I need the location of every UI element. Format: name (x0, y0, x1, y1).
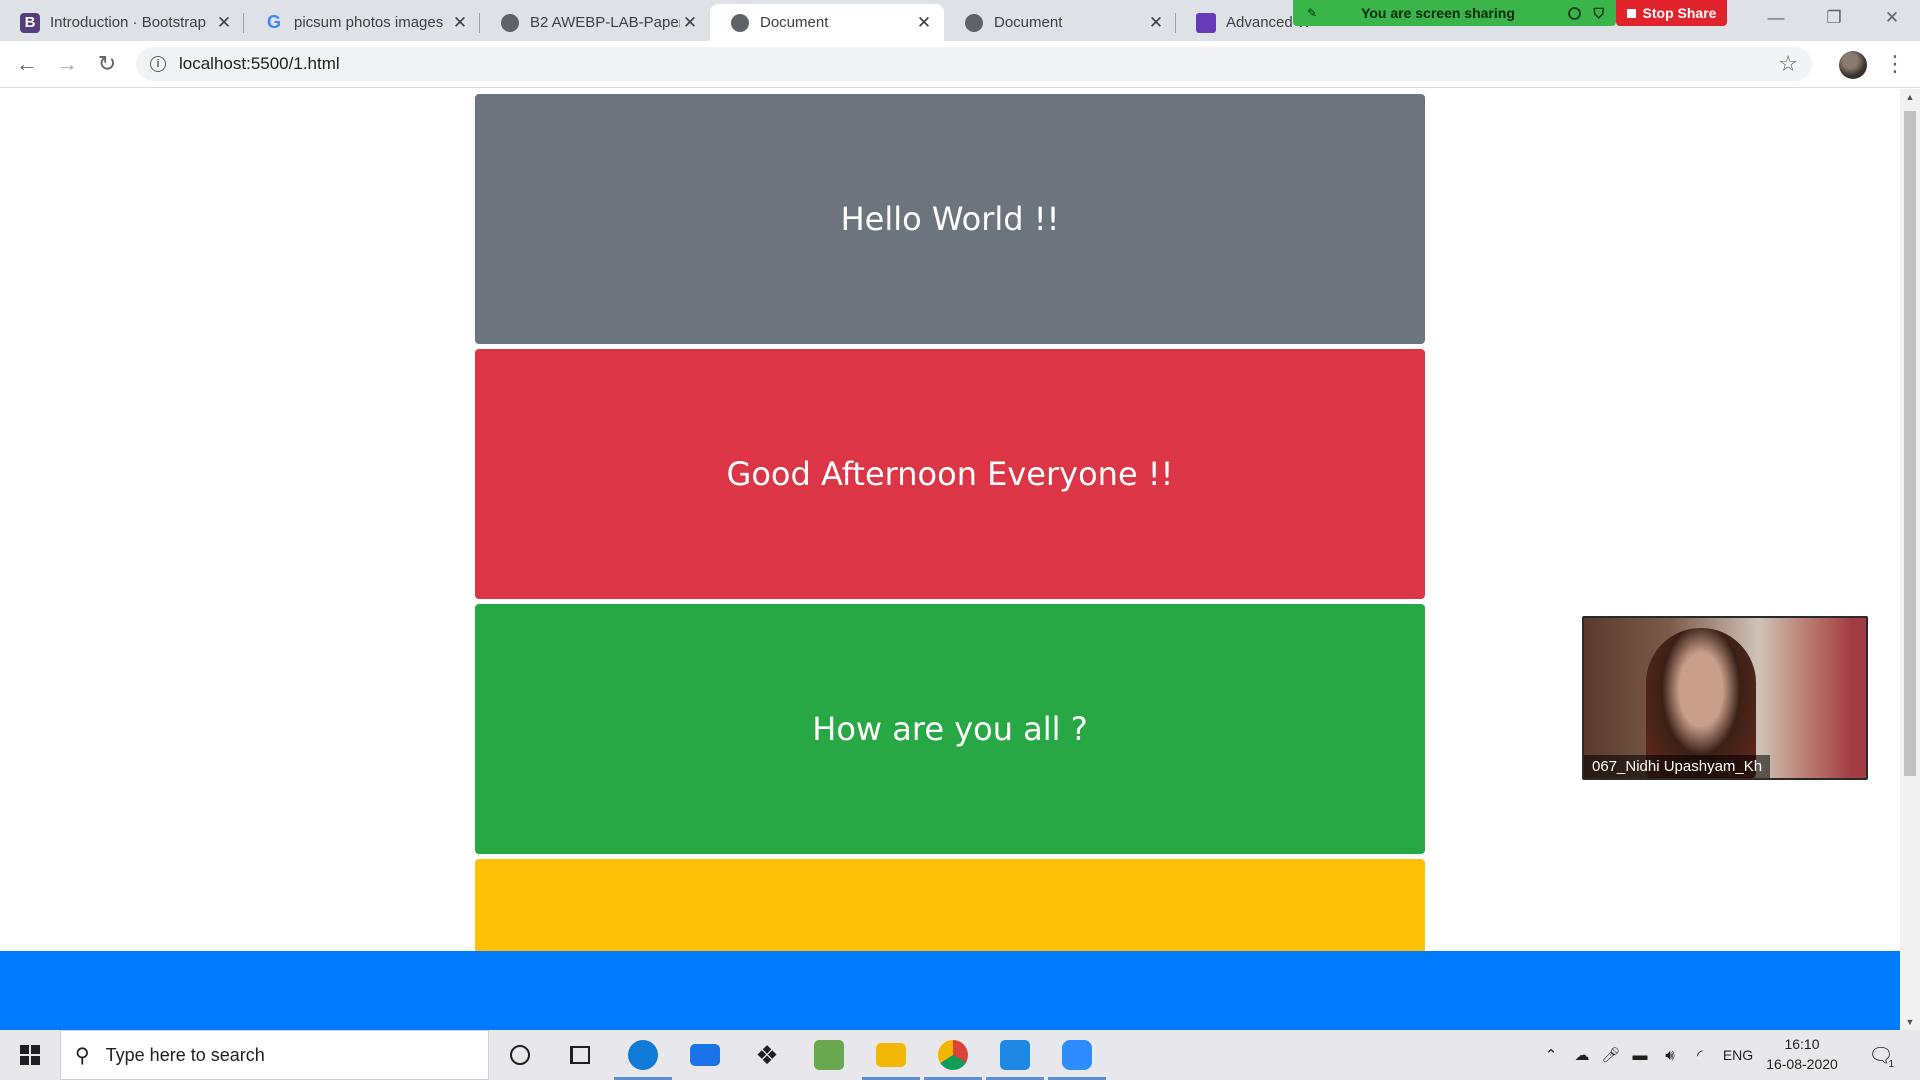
reload-button[interactable]: ↻ (89, 46, 125, 82)
forms-icon (1196, 12, 1216, 33)
browser-tab-strip: B Introduction · Bootstrap ✕ G picsum ph… (0, 0, 1920, 41)
notification-center-button[interactable]: 🗨︎ 1 (1866, 1040, 1896, 1071)
forward-button[interactable]: → (49, 46, 85, 82)
globe-icon (730, 13, 750, 33)
tab-picsum[interactable]: G picsum photos images ✕ (244, 4, 480, 41)
globe-icon (500, 13, 520, 33)
bootstrap-icon: B (20, 12, 40, 33)
page-scrollbar[interactable]: ▲ ▼ (1900, 89, 1920, 1030)
content-stack: Hello World !! Good Afternoon Everyone !… (475, 94, 1425, 1030)
content-block-red: Good Afternoon Everyone !! (475, 349, 1425, 599)
microphone-icon[interactable]: 🎤︎ (1598, 1030, 1624, 1080)
info-icon[interactable]: i (150, 56, 166, 72)
search-placeholder: Type here to search (105, 1044, 265, 1065)
mail-icon (690, 1044, 720, 1066)
record-icon (1567, 6, 1581, 20)
notification-count: 1 (1888, 1059, 1894, 1070)
taskbar-app-vscode[interactable] (984, 1030, 1046, 1080)
tab-title: B2 AWEBP-LAB-Paper- (530, 14, 680, 31)
stop-share-label: Stop Share (1642, 5, 1717, 21)
taskbar-app-mail[interactable] (674, 1030, 736, 1080)
photos-icon (814, 1040, 844, 1070)
cortana-button[interactable] (489, 1030, 551, 1080)
page-viewport: Hello World !! Good Afternoon Everyone !… (0, 89, 1900, 1030)
clock-date: 16-08-2020 (1766, 1056, 1838, 1072)
address-bar[interactable]: i localhost:5500/1.html ☆ (136, 47, 1812, 81)
participant-name: 067_Nidhi Upashyam_Kh (1584, 755, 1771, 778)
tab-document-active[interactable]: Document ✕ (710, 4, 944, 41)
globe-icon (964, 13, 984, 33)
tab-title: Document (994, 14, 1063, 31)
block-text: Hello World !! (840, 200, 1060, 238)
scroll-down-icon[interactable]: ▼ (1900, 1014, 1920, 1030)
search-icon: ⚲ (75, 1044, 90, 1067)
zoom-icon (1062, 1040, 1092, 1070)
close-icon[interactable]: ✕ (450, 13, 470, 33)
task-view-icon (570, 1046, 590, 1064)
taskbar-app-file-explorer[interactable] (860, 1030, 922, 1080)
taskbar-clock[interactable]: 16:10 16-08-2020 (1760, 1034, 1844, 1074)
profile-avatar[interactable] (1839, 51, 1867, 79)
clock-time: 16:10 (1784, 1036, 1820, 1052)
back-button[interactable]: ← (9, 46, 45, 82)
browser-menu-icon[interactable]: ⋮ (1880, 46, 1910, 82)
dropbox-icon: ❖ (755, 1039, 779, 1070)
wifi-icon[interactable]: ◜ (1686, 1030, 1714, 1080)
vscode-icon (1000, 1040, 1030, 1070)
taskbar-search[interactable]: ⚲ Type here to search (60, 1030, 489, 1080)
battery-icon[interactable]: ▬ (1626, 1030, 1654, 1080)
stop-icon (1626, 8, 1636, 18)
shield-icon: ⛉ (1593, 4, 1605, 21)
start-button[interactable] (0, 1030, 60, 1080)
tab-title: Document (760, 14, 829, 31)
content-block-gray: Hello World !! (475, 94, 1425, 344)
block-text: How are you all ? (812, 710, 1088, 748)
file-explorer-icon (876, 1043, 906, 1067)
taskbar-app-dropbox[interactable]: ❖ (736, 1030, 798, 1080)
taskbar-app-zoom[interactable] (1046, 1030, 1108, 1080)
task-view-button[interactable] (549, 1030, 611, 1080)
volume-icon[interactable]: 🔊︎ (1656, 1030, 1684, 1080)
edge-icon (628, 1040, 658, 1070)
close-icon[interactable]: ✕ (214, 13, 234, 33)
tab-awebp-lab[interactable]: B2 AWEBP-LAB-Paper- ✕ (480, 4, 710, 41)
close-window-button[interactable]: ✕ (1864, 0, 1920, 36)
url-text[interactable]: localhost:5500/1.html (179, 54, 340, 74)
content-block-green: How are you all ? (475, 604, 1425, 854)
taskbar-app-photos[interactable] (798, 1030, 860, 1080)
pin-icon: ✎ (1307, 6, 1318, 20)
restore-button[interactable]: ❐ (1806, 0, 1862, 36)
language-indicator[interactable]: ENG (1718, 1030, 1758, 1080)
screen-sharing-label: You are screen sharing (1361, 5, 1515, 21)
windows-icon (20, 1045, 40, 1065)
tab-title: picsum photos images (294, 14, 444, 31)
scrollbar-thumb[interactable] (1904, 111, 1916, 776)
close-icon[interactable]: ✕ (1146, 13, 1166, 33)
participant-video[interactable]: 067_Nidhi Upashyam_Kh (1582, 616, 1868, 780)
page-footer (0, 951, 1900, 1030)
scroll-up-icon[interactable]: ▲ (1900, 89, 1920, 105)
block-text: Good Afternoon Everyone !! (726, 455, 1174, 493)
cortana-icon (510, 1045, 530, 1065)
chrome-icon (938, 1040, 968, 1070)
windows-taskbar: ⚲ Type here to search ❖ ⌃ ☁ 🎤︎ ▬ 🔊︎ ◜ EN… (0, 1030, 1920, 1080)
taskbar-app-edge[interactable] (612, 1030, 674, 1080)
google-icon: G (266, 12, 281, 32)
taskbar-app-chrome[interactable] (922, 1030, 984, 1080)
tab-bootstrap[interactable]: B Introduction · Bootstrap ✕ (0, 4, 244, 41)
stop-share-button[interactable]: Stop Share (1616, 0, 1727, 26)
minimize-button[interactable]: — (1748, 0, 1804, 36)
close-icon[interactable]: ✕ (680, 13, 700, 33)
screen-sharing-banner[interactable]: ✎ You are screen sharing ⛉ (1293, 0, 1616, 26)
browser-toolbar: ← → ↻ i localhost:5500/1.html ☆ ⋮ (0, 41, 1920, 88)
tab-document[interactable]: Document ✕ (944, 4, 1176, 41)
bookmark-star-icon[interactable]: ☆ (1778, 51, 1798, 77)
tab-title: Introduction · Bootstrap (50, 14, 206, 31)
show-hidden-icons-button[interactable]: ⌃ (1538, 1030, 1564, 1080)
onedrive-icon[interactable]: ☁ (1568, 1030, 1596, 1080)
close-icon[interactable]: ✕ (914, 13, 934, 33)
